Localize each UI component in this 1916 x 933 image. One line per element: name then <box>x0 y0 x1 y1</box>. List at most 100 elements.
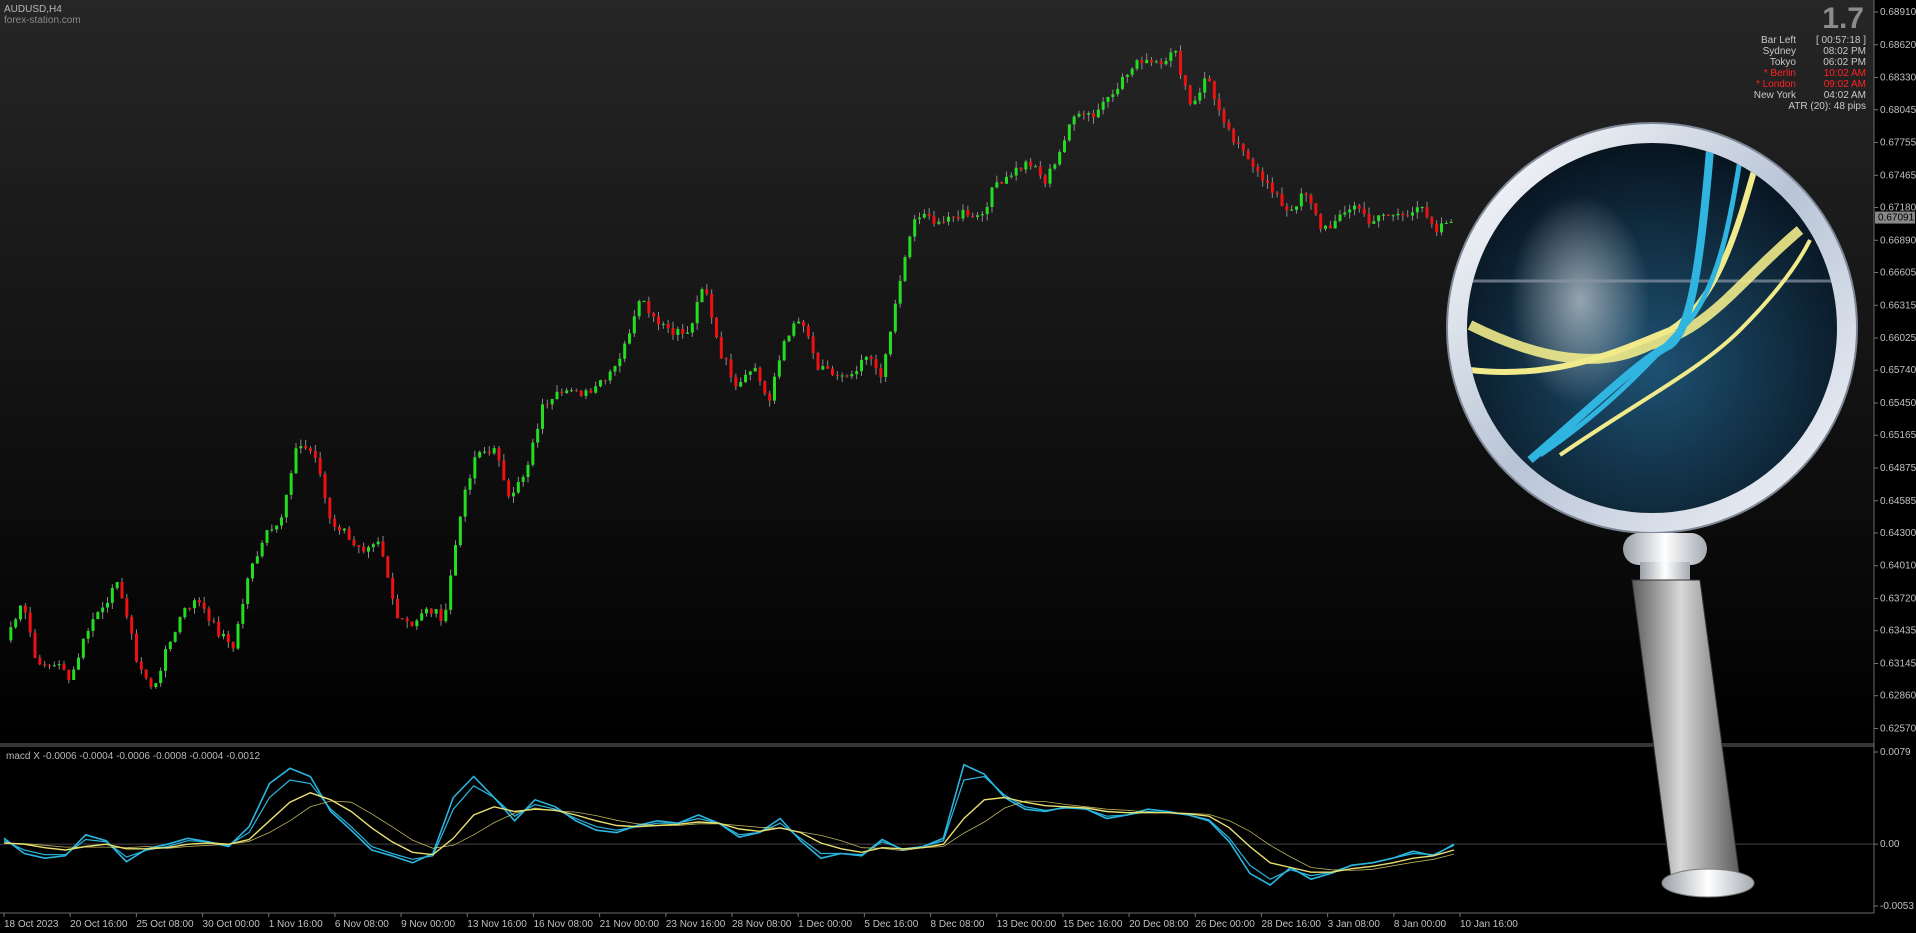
macd-tick-label-0: 0.0079 <box>1880 747 1911 758</box>
candle-body <box>724 358 728 360</box>
candle-body <box>555 391 559 400</box>
candle-body <box>487 451 491 454</box>
candle-body <box>478 452 482 458</box>
candle-body <box>927 213 931 217</box>
candle-body <box>1188 85 1192 105</box>
candle-body <box>1217 99 1221 111</box>
candle-body <box>884 354 888 377</box>
candle-body <box>1198 92 1202 101</box>
info-panel: Bar Left[ 00:57:18 ] Sydney 08:02 PM Toky… <box>1726 35 1866 112</box>
symbol-label[interactable]: AUDUSD,H4 <box>4 4 81 15</box>
candle-body <box>1357 205 1361 209</box>
candle-body <box>1270 182 1274 193</box>
candle-body <box>1353 205 1356 210</box>
candle-body <box>951 216 955 218</box>
candle-body <box>23 605 27 613</box>
candle-body <box>246 578 250 604</box>
candle-body <box>52 665 56 667</box>
candle-body <box>1314 203 1318 215</box>
candle-body <box>367 547 370 552</box>
candle-body <box>773 376 776 401</box>
candle-body <box>473 457 477 479</box>
candle-body <box>1034 166 1037 168</box>
price-tick-label-2: 0.68330 <box>1880 73 1916 84</box>
candle-body <box>1029 161 1033 167</box>
macd-series-1 <box>3 775 1455 880</box>
candle-body <box>1401 213 1405 216</box>
candle-body <box>1183 75 1187 86</box>
candle-body <box>212 620 216 622</box>
candle-body <box>33 632 37 658</box>
candle-body <box>792 323 796 336</box>
candle-body <box>1333 220 1337 229</box>
candle-body <box>1058 152 1062 165</box>
macd-series-2 <box>3 792 1455 873</box>
candle-body <box>613 366 617 372</box>
candle-body <box>125 598 129 617</box>
candle-body <box>1435 223 1439 233</box>
candle-body <box>565 390 569 394</box>
candle-body <box>686 332 689 334</box>
candle-body <box>719 337 723 359</box>
candle-body <box>1372 221 1376 224</box>
candle-body <box>502 460 506 481</box>
candle-body <box>826 366 830 369</box>
candle-body <box>1444 222 1448 224</box>
candle-body <box>193 600 196 609</box>
macd-pane[interactable] <box>0 763 1874 886</box>
candle-body <box>811 336 815 354</box>
candle-body <box>521 477 525 482</box>
candle-body <box>1135 60 1139 69</box>
candle-body <box>932 216 936 224</box>
candle-body <box>57 664 61 666</box>
candle-body <box>154 683 158 688</box>
candle-body <box>391 577 395 599</box>
candle-body <box>536 428 540 443</box>
atr-text: ATR (20): 48 pips <box>1788 101 1866 112</box>
price-tick-label-9: 0.66315 <box>1880 300 1916 311</box>
price-tick-label-18: 0.63720 <box>1880 594 1916 605</box>
candle-body <box>1396 213 1400 216</box>
candle-body <box>444 609 448 622</box>
candle-body <box>1266 180 1269 183</box>
candle-body <box>1164 60 1168 65</box>
candle-body <box>705 289 709 294</box>
time-tick-label-21: 8 Jan 00:00 <box>1394 919 1447 930</box>
time-tick-label-22: 10 Jan 16:00 <box>1460 919 1518 930</box>
candle-body <box>889 331 892 355</box>
candle-body <box>371 544 375 548</box>
candle-body <box>1348 209 1352 213</box>
candle-body <box>183 608 187 618</box>
candle-body <box>86 630 90 639</box>
candle-body <box>14 619 18 628</box>
candle-body <box>879 368 883 377</box>
candle-body <box>618 358 622 367</box>
candle-body <box>845 375 849 377</box>
time-tick-label-4: 1 Nov 16:00 <box>269 919 323 930</box>
candle-body <box>1415 207 1419 213</box>
candle-body <box>545 404 549 406</box>
candle-body <box>62 664 66 670</box>
candle-body <box>623 343 627 359</box>
candle-body <box>652 313 656 317</box>
candle-body <box>1411 212 1414 216</box>
candle-body <box>1256 166 1260 172</box>
candle-body <box>1111 94 1115 97</box>
candle-body <box>1212 81 1216 100</box>
price-tick-label-21: 0.62860 <box>1880 691 1916 702</box>
candle-body <box>410 621 414 627</box>
candle-body <box>1290 209 1294 211</box>
candle-body <box>632 316 636 334</box>
candle-body <box>531 442 535 465</box>
candle-body <box>947 216 950 222</box>
candle-body <box>758 367 762 382</box>
macd-label: macd X -0.0006 -0.0004 -0.0006 -0.0008 -… <box>6 751 261 762</box>
candle-body <box>1005 176 1008 184</box>
candle-body <box>570 390 573 392</box>
candle-body <box>405 618 409 622</box>
candle-body <box>903 257 907 281</box>
candle-body <box>1043 175 1047 184</box>
candle-body <box>985 207 989 215</box>
candle-body <box>671 327 675 335</box>
candle-body <box>396 598 399 619</box>
